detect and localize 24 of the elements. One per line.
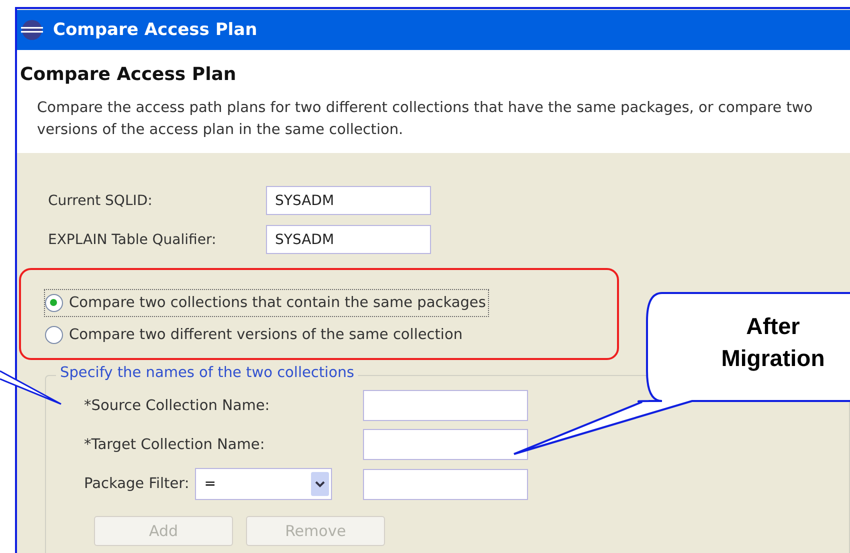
field-label: Current SQLID: bbox=[48, 192, 154, 208]
window-title: Compare Access Plan bbox=[53, 20, 258, 40]
field-label: EXPLAIN Table Qualifier: bbox=[48, 232, 218, 248]
field-label: *Target Collection Name: bbox=[84, 436, 266, 452]
input-field[interactable] bbox=[363, 429, 528, 460]
field-label: Package Filter: bbox=[84, 476, 190, 492]
description-text: Compare the access path plans for two different collections that have the same packages, or compare two versions of the access plan in the same collection. bbox=[37, 99, 814, 140]
field-value: SYSADM bbox=[275, 232, 334, 248]
radio-option[interactable]: Compare two different versions of the same collection bbox=[45, 322, 465, 348]
input-field[interactable]: SYSADM bbox=[266, 225, 431, 254]
input-field[interactable] bbox=[363, 468, 528, 500]
field-value: SYSADM bbox=[275, 192, 334, 208]
radio-button bbox=[45, 294, 63, 312]
field-label: *Source Collection Name: bbox=[84, 398, 271, 414]
operator-dropdown[interactable]: = bbox=[195, 468, 332, 500]
dropdown-value: = bbox=[204, 476, 216, 492]
chevron-down-icon bbox=[311, 472, 330, 496]
input-field[interactable]: SYSADM bbox=[266, 186, 431, 215]
group-legend: Specify the names of the two collections bbox=[56, 365, 358, 381]
input-field[interactable] bbox=[363, 390, 528, 421]
radio-option[interactable]: Compare two collections that contain the same packages bbox=[45, 290, 488, 316]
page-heading: Compare Access Plan bbox=[20, 64, 238, 85]
radio-button bbox=[45, 326, 63, 344]
callout-text: After Migration bbox=[720, 312, 826, 373]
